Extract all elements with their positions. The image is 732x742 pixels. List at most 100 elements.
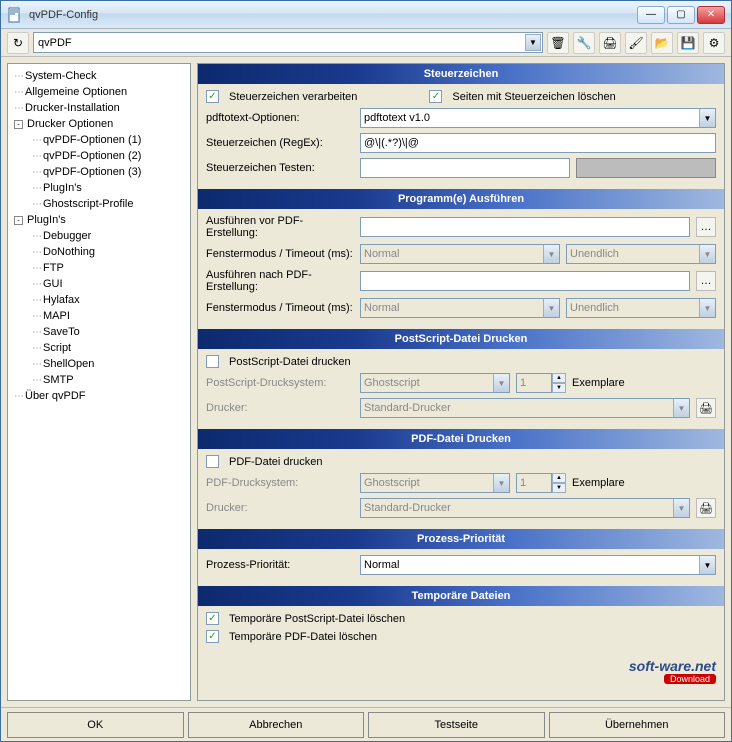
browse-icon[interactable]: …: [696, 271, 716, 291]
checkbox-ps-print[interactable]: [206, 355, 219, 368]
ok-button[interactable]: OK: [7, 712, 184, 738]
tree-label: qvPDF-Optionen (3): [43, 166, 141, 178]
apply-button[interactable]: Übernehmen: [549, 712, 726, 738]
pdf-copies-spinner: 1 ▲▼: [516, 473, 566, 493]
tree-item[interactable]: ⋯qvPDF-Optionen (2): [10, 148, 188, 164]
tree-item[interactable]: ⋯qvPDF-Optionen (3): [10, 164, 188, 180]
exec-before-input[interactable]: [360, 217, 690, 237]
cancel-button[interactable]: Abbrechen: [188, 712, 365, 738]
tree-expander[interactable]: -: [14, 120, 23, 129]
tree-label: Drucker Optionen: [27, 118, 113, 130]
tree-expander[interactable]: -: [14, 216, 23, 225]
tree-item[interactable]: ⋯PlugIn's: [10, 180, 188, 196]
delete-icon[interactable]: 🗑: [547, 32, 569, 54]
chevron-down-icon[interactable]: ▼: [543, 245, 559, 263]
pdftotext-select[interactable]: pdftotext v1.0 ▼: [360, 108, 716, 128]
tree-item[interactable]: ⋯SaveTo: [10, 324, 188, 340]
testpage-button[interactable]: Testseite: [368, 712, 545, 738]
priority-select[interactable]: Normal▼: [360, 555, 716, 575]
ps-printer-select: Standard-Drucker▼: [360, 398, 690, 418]
minimize-button[interactable]: —: [637, 6, 665, 24]
label: Steuerzeichen verarbeiten: [229, 91, 357, 103]
label: Fenstermodus / Timeout (ms):: [206, 248, 354, 260]
timeout-select-2[interactable]: Unendlich▼: [566, 298, 716, 318]
tree-item[interactable]: ⋯Drucker-Installation: [10, 100, 188, 116]
chevron-down-icon[interactable]: ▼: [525, 34, 541, 51]
label: Exemplare: [572, 377, 625, 389]
tree-item[interactable]: -Drucker Optionen: [10, 116, 188, 132]
tree-label: MAPI: [43, 310, 70, 322]
checkbox-delete-pages[interactable]: ✓: [429, 90, 442, 103]
printer-icon[interactable]: 🖨: [696, 398, 716, 418]
exec-after-input[interactable]: [360, 271, 690, 291]
tree-dots: ⋯: [14, 71, 23, 82]
maximize-button[interactable]: ▢: [667, 6, 695, 24]
tree-item[interactable]: ⋯ShellOpen: [10, 356, 188, 372]
window-mode-select[interactable]: Normal▼: [360, 244, 560, 264]
tree-item[interactable]: ⋯qvPDF-Optionen (1): [10, 132, 188, 148]
tree-dots: ⋯: [32, 183, 41, 194]
tree-item[interactable]: ⋯SMTP: [10, 372, 188, 388]
test-input[interactable]: [360, 158, 570, 178]
down-icon: ▼: [552, 483, 566, 493]
tree-item[interactable]: ⋯Script: [10, 340, 188, 356]
checkbox-process-control[interactable]: ✓: [206, 90, 219, 103]
test-result: [576, 158, 716, 178]
regex-input[interactable]: @\|(.*?)\|@: [360, 133, 716, 153]
down-icon: ▼: [552, 383, 566, 393]
titlebar: qvPDF-Config — ▢ ✕: [1, 1, 731, 29]
tree-panel: ⋯System-Check⋯Allgemeine Optionen⋯Drucke…: [7, 63, 191, 701]
tree-label: SaveTo: [43, 326, 80, 338]
tree-item[interactable]: ⋯Hylafax: [10, 292, 188, 308]
window-mode-select-2[interactable]: Normal▼: [360, 298, 560, 318]
tree-item[interactable]: ⋯Über qvPDF: [10, 388, 188, 404]
tree-label: qvPDF-Optionen (1): [43, 134, 141, 146]
tree-dots: ⋯: [32, 279, 41, 290]
tree-dots: ⋯: [14, 87, 23, 98]
label: Seiten mit Steuerzeichen löschen: [452, 91, 615, 103]
tree-item[interactable]: ⋯Ghostscript-Profile: [10, 196, 188, 212]
checkbox-temp-ps[interactable]: ✓: [206, 612, 219, 625]
tree-label: SMTP: [43, 374, 74, 386]
timeout-select[interactable]: Unendlich▼: [566, 244, 716, 264]
checkbox-pdf-print[interactable]: [206, 455, 219, 468]
footer: OK Abbrechen Testseite Übernehmen: [1, 707, 731, 741]
tree-item[interactable]: ⋯DoNothing: [10, 244, 188, 260]
print-icon[interactable]: 🖨: [599, 32, 621, 54]
label: PDF-Datei drucken: [229, 456, 323, 468]
chevron-down-icon[interactable]: ▼: [699, 245, 715, 263]
tree-label: GUI: [43, 278, 63, 290]
tree-item[interactable]: -PlugIn's: [10, 212, 188, 228]
chevron-down-icon[interactable]: ▼: [543, 299, 559, 317]
printer-icon[interactable]: 🖨: [696, 498, 716, 518]
brush-icon[interactable]: 🖌: [625, 32, 647, 54]
softwarenet-logo: soft-ware.net: [566, 658, 716, 674]
tree-item[interactable]: ⋯FTP: [10, 260, 188, 276]
tree-label: Drucker-Installation: [25, 102, 120, 114]
close-button[interactable]: ✕: [697, 6, 725, 24]
profile-combo[interactable]: qvPDF ▼: [33, 32, 543, 53]
window-title: qvPDF-Config: [29, 9, 637, 21]
chevron-down-icon[interactable]: ▼: [699, 299, 715, 317]
label: Steuerzeichen (RegEx):: [206, 137, 354, 149]
tree-dots: ⋯: [14, 391, 23, 402]
settings-icon[interactable]: ⚙: [703, 32, 725, 54]
download-badge: Download: [664, 674, 716, 684]
chevron-down-icon[interactable]: ▼: [699, 109, 715, 127]
folder-open-icon[interactable]: 📂: [651, 32, 673, 54]
browse-icon[interactable]: …: [696, 217, 716, 237]
chevron-down-icon: ▼: [493, 474, 509, 492]
tree-item[interactable]: ⋯Allgemeine Optionen: [10, 84, 188, 100]
tree-label: FTP: [43, 262, 64, 274]
tree-dots: ⋯: [32, 343, 41, 354]
checkbox-temp-pdf[interactable]: ✓: [206, 630, 219, 643]
tree-label: Script: [43, 342, 71, 354]
tools-icon[interactable]: 🔧: [573, 32, 595, 54]
tree-item[interactable]: ⋯MAPI: [10, 308, 188, 324]
save-icon[interactable]: 💾: [677, 32, 699, 54]
refresh-button[interactable]: ↻: [7, 32, 29, 54]
chevron-down-icon[interactable]: ▼: [699, 556, 715, 574]
tree-item[interactable]: ⋯Debugger: [10, 228, 188, 244]
tree-item[interactable]: ⋯GUI: [10, 276, 188, 292]
tree-item[interactable]: ⋯System-Check: [10, 68, 188, 84]
